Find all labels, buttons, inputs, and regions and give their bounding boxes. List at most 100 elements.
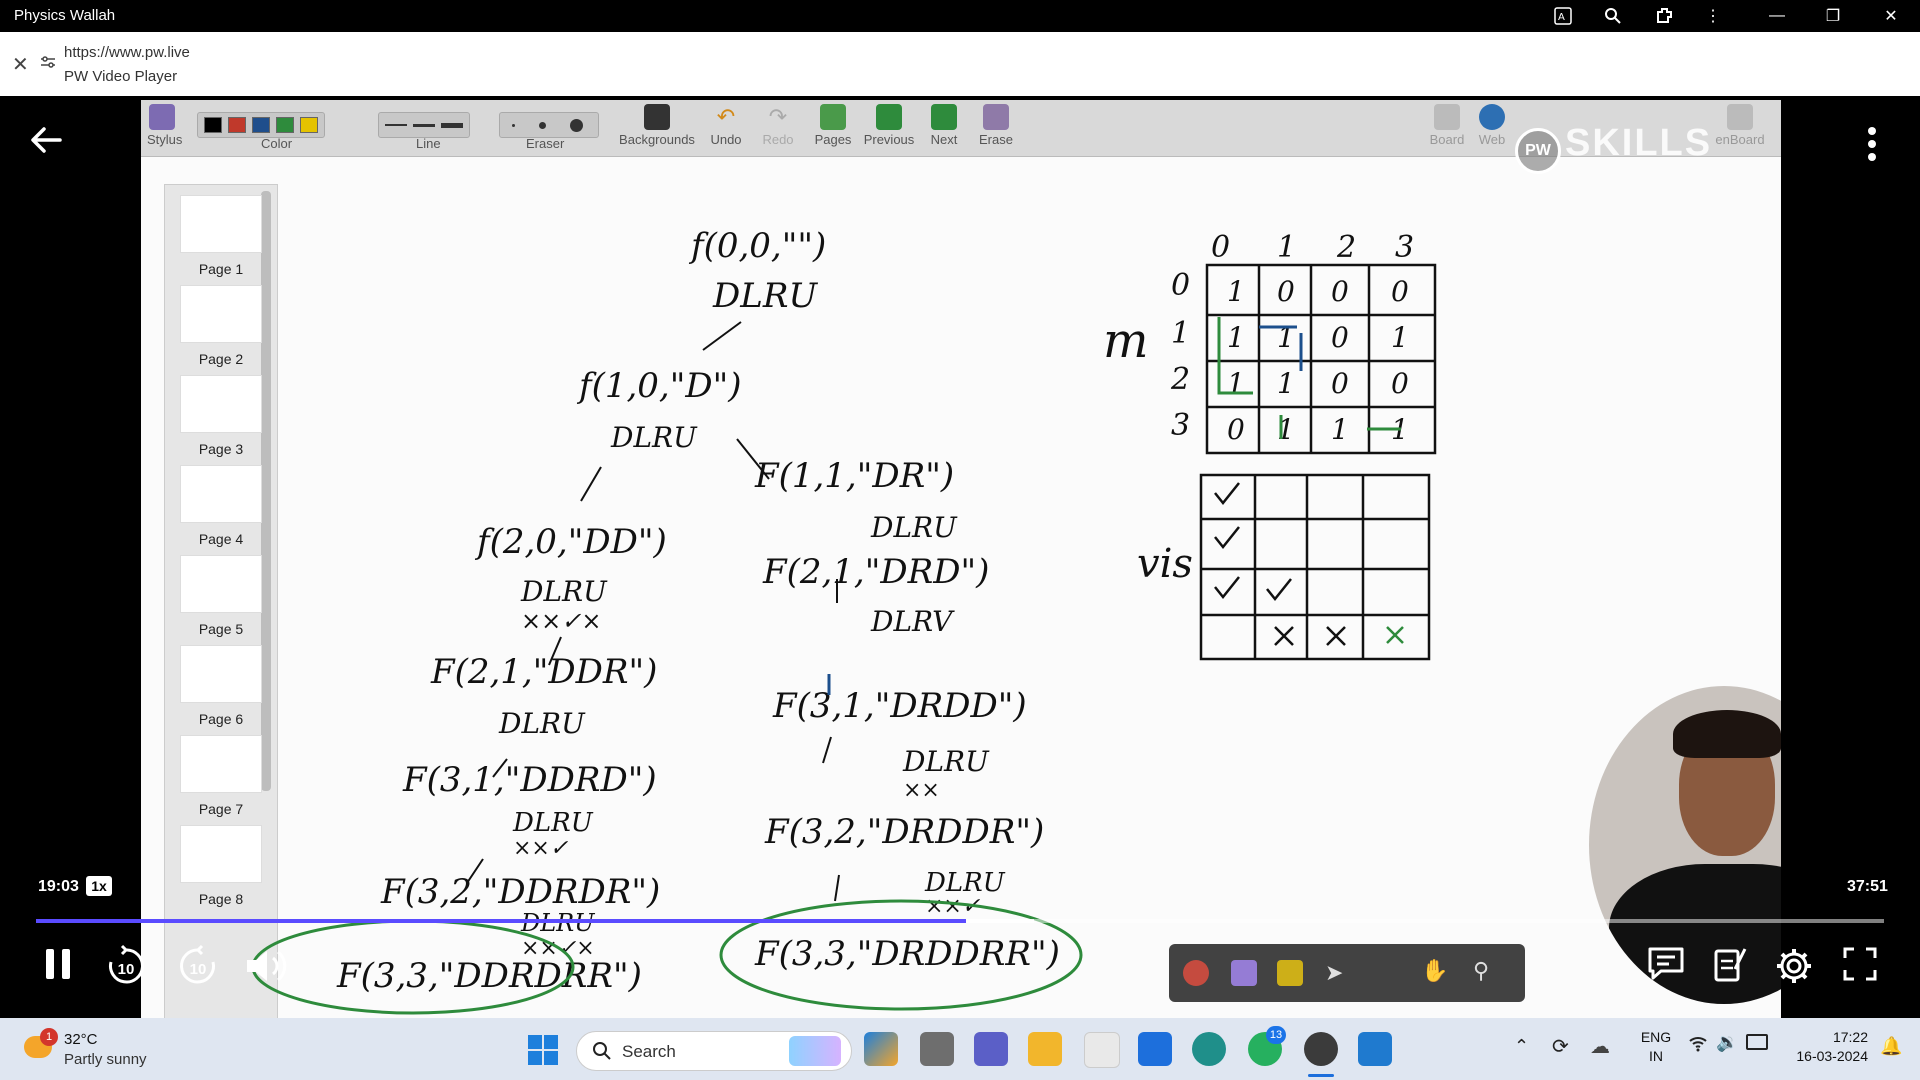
current-time: 19:03 [38, 878, 79, 895]
next-icon [931, 104, 957, 130]
whiteboard-toolbar: Stylus Color Line Eraser Backgrounds ↶ U… [141, 100, 1781, 174]
matrix-col-label: 1 [1277, 230, 1296, 265]
pw-app-icon[interactable] [1304, 1032, 1338, 1066]
weather-desc: Partly sunny [64, 1051, 147, 1068]
forward-10-button[interactable]: 10 [176, 944, 220, 988]
matrix-cell: 0 [1277, 275, 1295, 308]
progress-played [36, 919, 966, 923]
taskbar-search[interactable]: Search [576, 1031, 852, 1071]
rewind-10-button[interactable]: 10 [104, 944, 148, 988]
file-explorer-icon[interactable] [1028, 1032, 1062, 1066]
tree-node: F(2,1,"DRD") [762, 552, 989, 592]
edge-icon[interactable] [1192, 1032, 1226, 1066]
instructor-hair [1673, 710, 1781, 758]
color-swatch [276, 117, 294, 133]
hand-icon: ✋ [1421, 958, 1449, 983]
notes-icon [1714, 948, 1747, 982]
more-options-button[interactable] [1866, 126, 1878, 167]
restore-icon[interactable]: ❐ [1810, 0, 1856, 32]
backgrounds-icon [644, 104, 670, 130]
web-tool: Web [1475, 104, 1509, 147]
pointer-icon: ➤ [1325, 960, 1344, 985]
page-title: PW Video Player [64, 68, 178, 85]
matrix-cell: 1 [1277, 367, 1295, 400]
notes-button[interactable] [1710, 944, 1750, 984]
matrix-cell: 1 [1331, 413, 1349, 446]
fullscreen-button[interactable] [1840, 944, 1880, 984]
close-tab-icon[interactable]: ✕ [12, 52, 29, 77]
cloud-icon[interactable]: ☁ [1590, 1034, 1610, 1059]
battery-icon[interactable] [1746, 1034, 1768, 1050]
weather-temp: 32°C [64, 1031, 98, 1048]
volume-button[interactable] [242, 944, 292, 988]
clock[interactable]: 17:22 16-03-2024 [1784, 1029, 1868, 1064]
tree-moves: DLRU [870, 511, 958, 544]
tree-node: F(3,1,"DDRD") [402, 760, 657, 800]
pause-button[interactable] [38, 944, 78, 984]
notifications-icon[interactable]: 🔔 [1880, 1036, 1902, 1057]
translate-icon[interactable]: A [1540, 0, 1586, 32]
erase-tool: Erase [977, 104, 1015, 147]
windows-logo-tile [544, 1035, 558, 1049]
settings-button[interactable] [1772, 944, 1816, 988]
vscode-icon[interactable] [1358, 1032, 1392, 1066]
progress-bar[interactable] [36, 919, 1884, 923]
security-icon[interactable] [1138, 1032, 1172, 1066]
meet-icon[interactable] [974, 1032, 1008, 1066]
matrix-cell: 0 [1331, 275, 1349, 308]
tree-node: f(2,0,"DD") [474, 522, 667, 562]
board-tool: Board [1427, 104, 1467, 147]
search-icon [593, 1042, 611, 1060]
extensions-icon[interactable] [1642, 0, 1688, 32]
whatsapp-icon[interactable]: 13 [1248, 1026, 1286, 1066]
tree-moves: DLRU [520, 575, 608, 608]
color-swatch [228, 117, 246, 133]
eraser-label: Eraser [526, 136, 565, 151]
language-indicator[interactable]: ENG IN [1636, 1029, 1676, 1064]
task-view-icon[interactable] [920, 1032, 954, 1066]
tree-marks: ××✓× [521, 607, 601, 635]
matrix-cell: 1 [1227, 367, 1245, 400]
previous-tool: Previous [861, 104, 917, 147]
zoom-tool-icon: ⚲ [1473, 958, 1490, 983]
back-button[interactable] [28, 122, 64, 163]
wifi-icon[interactable] [1688, 1034, 1708, 1057]
rewind-seconds: 10 [117, 960, 135, 978]
weather-badge: 1 [40, 1028, 58, 1046]
svg-text:A: A [1558, 12, 1565, 23]
close-window-icon[interactable]: ✕ [1868, 0, 1914, 32]
show-hidden-icons[interactable]: ⌃ [1514, 1036, 1529, 1057]
copilot-icon[interactable] [864, 1032, 898, 1066]
tree-moves: DLRV [870, 605, 955, 638]
backgrounds-tool: Backgrounds [619, 104, 695, 147]
minimize-icon[interactable]: — [1754, 0, 1800, 32]
openboard-label: enBoard [1715, 132, 1765, 147]
zoom-icon[interactable] [1590, 0, 1636, 32]
redo-tool: ↷ Redo [761, 104, 795, 147]
chat-button[interactable] [1646, 944, 1686, 984]
volume-tray-icon[interactable]: 🔉 [1716, 1032, 1738, 1053]
matrix-row-label: 2 [1170, 362, 1190, 397]
redo-icon: ↷ [768, 104, 788, 129]
matrix-row-label: 0 [1171, 268, 1190, 303]
tree-node: F(3,3,"DDRDRR") [336, 956, 642, 996]
whatsapp-badge: 13 [1266, 1026, 1286, 1044]
page-url[interactable]: https://www.pw.live [64, 44, 190, 61]
windows-logo-tile [544, 1051, 558, 1065]
site-settings-icon[interactable] [40, 54, 56, 75]
matrix-col-label: 2 [1336, 230, 1356, 265]
start-button[interactable] [528, 1035, 558, 1065]
active-app-indicator [1308, 1074, 1334, 1077]
tree-node: F(3,2,"DRDDR") [764, 812, 1044, 852]
speaker-icon [247, 950, 287, 982]
tree-moves: DLRU [512, 808, 594, 838]
sync-icon[interactable]: ⟳ [1552, 1034, 1569, 1059]
video-player[interactable]: Stylus Color Line Eraser Backgrounds ↶ U… [0, 96, 1920, 1018]
color-label: Color [261, 136, 293, 151]
globe-icon [1479, 104, 1505, 130]
pages-label: Pages [814, 132, 852, 147]
store-icon[interactable] [1084, 1032, 1120, 1068]
pages-icon [820, 104, 846, 130]
playback-speed[interactable]: 1x [86, 876, 112, 896]
menu-dots-icon[interactable]: ⋮ [1690, 0, 1736, 32]
